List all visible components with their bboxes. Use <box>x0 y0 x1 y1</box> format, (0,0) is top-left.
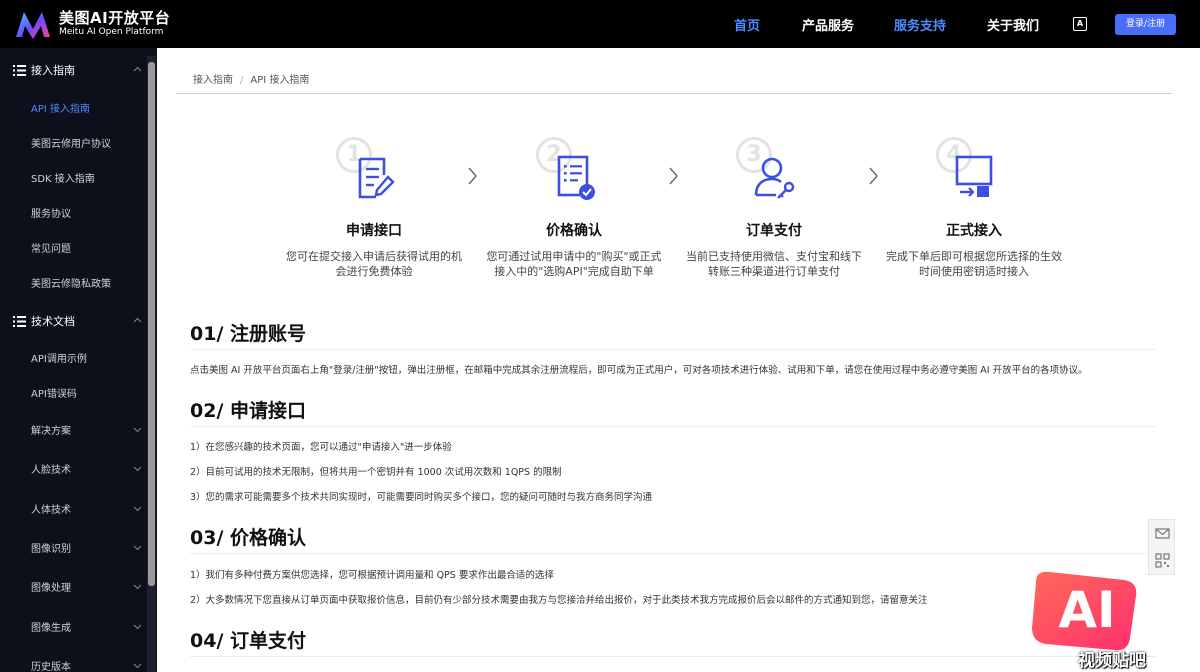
sidebar-item-generation[interactable]: 图像生成 <box>31 619 71 634</box>
section-title-price: 03/ 价格确认 <box>190 527 306 549</box>
sidebar-item-faq[interactable]: 常见问题 <box>31 240 71 255</box>
chevron-down-icon[interactable] <box>133 506 142 512</box>
sidebar-item-privacy[interactable]: 美图云修隐私政策 <box>31 275 111 290</box>
sidebar: 接入指南 API 接入指南 美图云修用户协议 SDK 接入指南 服务协议 常见问… <box>0 48 157 672</box>
language-letter: A <box>1076 19 1084 28</box>
step-title: 正式接入 <box>946 223 1002 239</box>
nav-products[interactable]: 产品服务 <box>802 15 854 34</box>
section-paragraph: 1）我们有多种付费方案供您选择，您可根据预计调用量和 QPS 要求作出最合适的选… <box>190 570 554 581</box>
step-description: 您可通过试用申请中的"购买"或正式接入中的"选购API"完成自助下单 <box>486 250 662 278</box>
nav-about[interactable]: 关于我们 <box>987 15 1039 34</box>
section-divider <box>190 426 1156 427</box>
step-access: 4 正式接入 完成下单后即可根据您所选择的生效时间使用密钥适时接入 <box>884 135 1064 278</box>
logo-title: 美图AI开放平台 <box>59 8 171 27</box>
breadcrumb-current: API 接入指南 <box>250 75 310 86</box>
monitor-access-icon <box>955 155 993 197</box>
login-register-button[interactable]: 登录/注册 <box>1115 14 1176 35</box>
sidebar-group-label: 接入指南 <box>31 64 75 77</box>
chevron-down-icon[interactable] <box>133 466 142 472</box>
list-icon <box>13 315 26 327</box>
sidebar-item-api-examples[interactable]: API调用示例 <box>31 350 87 365</box>
sidebar-group-guide[interactable]: 接入指南 <box>13 62 75 78</box>
section-divider <box>190 656 1156 657</box>
chevron-down-icon[interactable] <box>133 427 142 433</box>
sidebar-item-processing[interactable]: 图像处理 <box>31 579 71 594</box>
sidebar-item-recognition[interactable]: 图像识别 <box>31 540 71 555</box>
breadcrumb-divider <box>176 93 1172 94</box>
watermark-site-text: 视频贴吧 <box>1078 651 1146 671</box>
chevron-up-icon[interactable] <box>133 317 142 323</box>
logo-subtitle: Meitu AI Open Platform <box>59 27 164 38</box>
step-title: 申请接口 <box>346 223 402 239</box>
section-paragraph: 点击美图 AI 开放平台页面右上角"登录/注册"按钮，弹出注册框，在邮箱中完成其… <box>190 365 1088 376</box>
meitu-logo-icon <box>16 12 50 39</box>
step-description: 完成下单后即可根据您所选择的生效时间使用密钥适时接入 <box>886 250 1062 278</box>
chevron-right-icon <box>669 167 678 185</box>
section-title-payment: 04/ 订单支付 <box>190 630 306 652</box>
chevron-down-icon[interactable] <box>133 545 142 551</box>
breadcrumb-item[interactable]: 接入指南 <box>193 75 233 86</box>
list-icon <box>13 64 26 76</box>
step-payment: 3 订单支付 当前已支持使用微信、支付宝和线下转账三种渠道进行订单支付 <box>684 135 864 278</box>
logo[interactable]: 美图AI开放平台 Meitu AI Open Platform <box>14 9 170 39</box>
sidebar-item-solutions[interactable]: 解决方案 <box>31 422 71 437</box>
watermark: AI 视频贴吧 <box>1016 562 1200 672</box>
breadcrumb-separator: / <box>240 75 244 86</box>
sidebar-scrollbar-thumb[interactable] <box>148 62 155 586</box>
sidebar-group-label: 技术文档 <box>31 315 75 328</box>
sidebar-item-service-agreement[interactable]: 服务协议 <box>31 205 71 220</box>
user-key-icon <box>754 157 795 199</box>
sidebar-item-sdk-guide[interactable]: SDK 接入指南 <box>31 170 95 185</box>
section-paragraph: 2）大多数情况下您直接从订单页面中获取报价信息，目前仍有少部分技术需要由我方与您… <box>190 595 928 606</box>
step-description: 当前已支持使用微信、支付宝和线下转账三种渠道进行订单支付 <box>686 250 862 278</box>
chevron-right-icon <box>468 167 477 185</box>
section-paragraph: 2）目前可试用的技术无限制，但将共用一个密钥并有 1000 次试用次数和 1QP… <box>190 467 562 478</box>
chevron-down-icon[interactable] <box>133 584 142 590</box>
section-title-apply: 02/ 申请接口 <box>190 400 306 422</box>
sidebar-item-face[interactable]: 人脸技术 <box>31 461 71 476</box>
sidebar-item-api-errors[interactable]: API错误码 <box>31 385 77 400</box>
section-divider <box>190 553 1156 554</box>
section-paragraph: 1）在您感兴趣的技术页面，您可以通过"申请接入"进一步体验 <box>190 442 452 453</box>
chevron-down-icon[interactable] <box>133 663 142 669</box>
chevron-up-icon[interactable] <box>133 66 142 72</box>
section-title-register: 01/ 注册账号 <box>190 323 306 345</box>
watermark-ai-text: AI <box>1058 581 1116 639</box>
sidebar-item-history[interactable]: 历史版本 <box>31 658 71 672</box>
language-icon[interactable]: A <box>1073 17 1087 31</box>
step-apply: 1 申请接口 您可在提交接入申请后获得试用的机会进行免费体验 <box>284 135 464 278</box>
breadcrumb: 接入指南 / API 接入指南 <box>193 71 309 86</box>
step-price: 2 价格确认 您可通过试用申请中的"购买"或正式接入中的"选购API"完成自助下… <box>484 135 664 278</box>
nav-support[interactable]: 服务支持 <box>894 15 946 34</box>
section-paragraph: 3）您的需求可能需要多个技术共同实现时，可能需要同时购买多个接口，您的疑问可随时… <box>190 492 653 503</box>
section-divider <box>190 349 1156 350</box>
sidebar-group-tech-docs[interactable]: 技术文档 <box>13 313 75 329</box>
sidebar-item-api-guide[interactable]: API 接入指南 <box>31 100 90 115</box>
step-title: 订单支付 <box>746 223 802 239</box>
list-check-icon <box>557 155 595 200</box>
nav-home[interactable]: 首页 <box>734 15 760 34</box>
chevron-right-icon <box>869 167 878 185</box>
sidebar-item-user-agreement[interactable]: 美图云修用户协议 <box>31 135 111 150</box>
top-header: 美图AI开放平台 Meitu AI Open Platform 首页 产品服务 … <box>0 0 1200 48</box>
step-title: 价格确认 <box>546 223 602 239</box>
chevron-down-icon[interactable] <box>133 624 142 630</box>
sidebar-item-body[interactable]: 人体技术 <box>31 501 71 516</box>
mail-icon[interactable] <box>1155 526 1170 541</box>
form-edit-icon <box>358 157 395 199</box>
step-description: 您可在提交接入申请后获得试用的机会进行免费体验 <box>286 250 462 278</box>
